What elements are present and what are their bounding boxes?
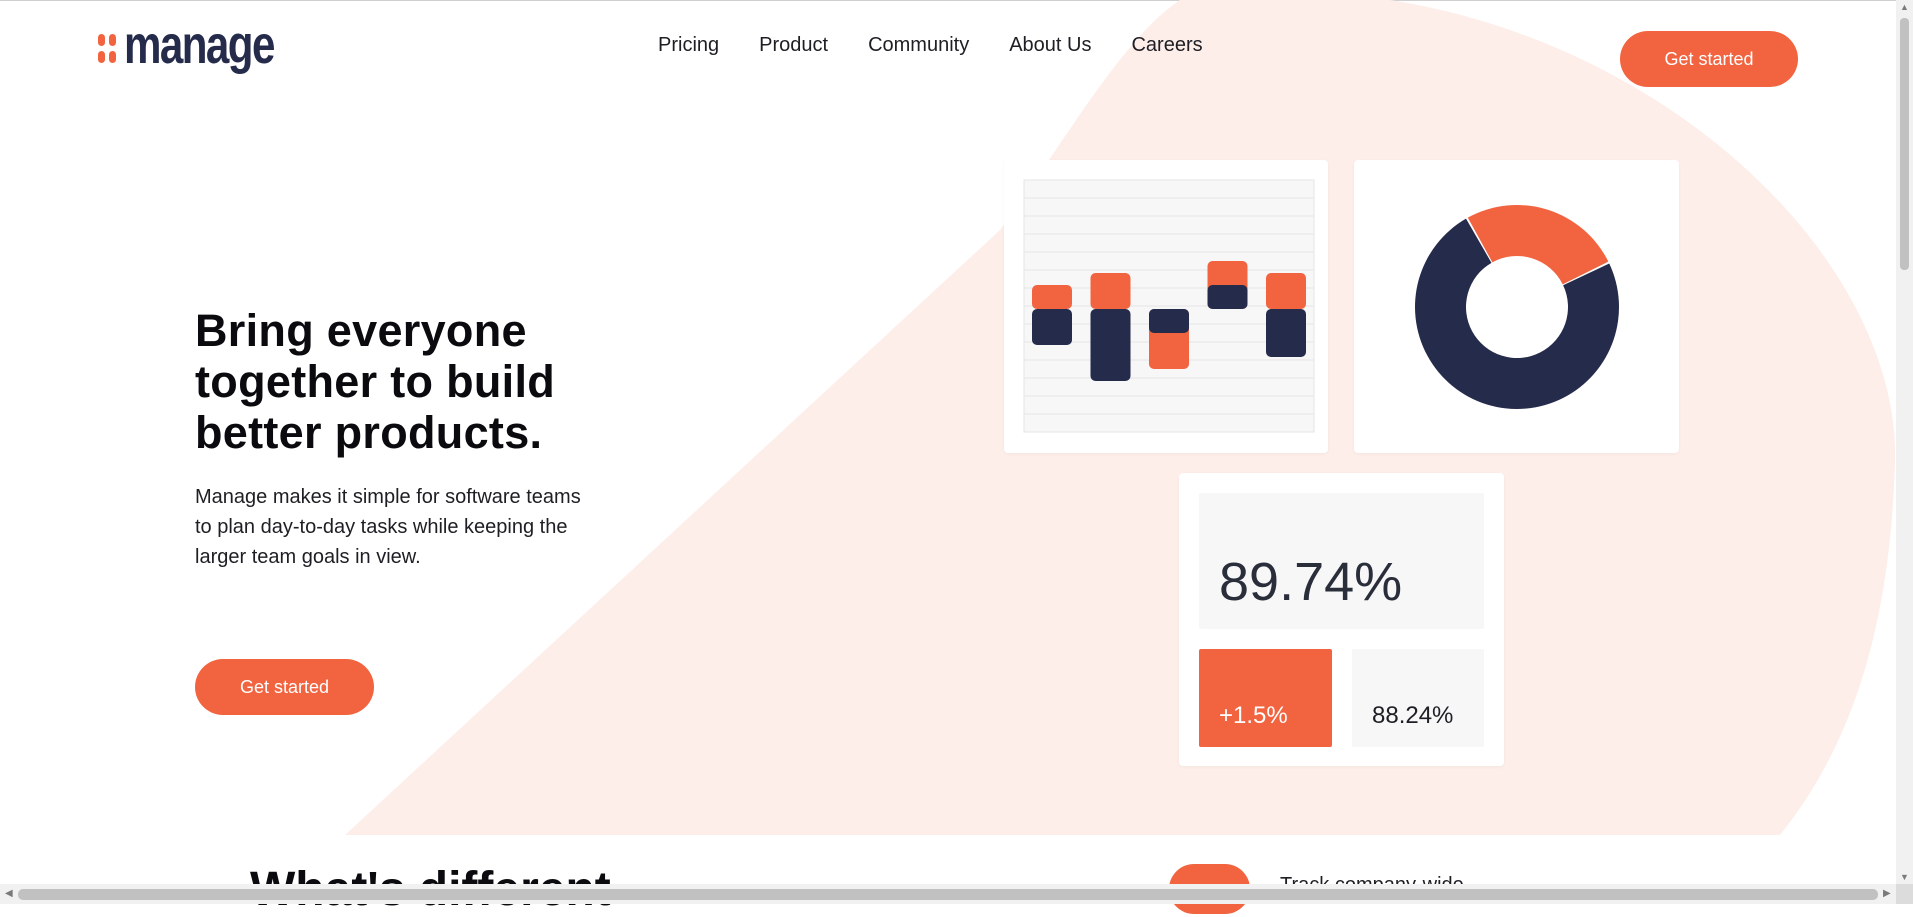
scroll-right-icon[interactable]: ▶ bbox=[1883, 888, 1891, 899]
horizontal-scroll-thumb[interactable] bbox=[18, 889, 1878, 900]
scrollbar-corner bbox=[1896, 884, 1913, 904]
hero-description: Manage makes it simple for software team… bbox=[195, 486, 581, 568]
main-stat-panel: 89.74% bbox=[1199, 493, 1484, 629]
logo[interactable]: manage bbox=[98, 18, 316, 72]
donut-chart bbox=[1415, 205, 1619, 409]
bar-chart-card bbox=[1004, 160, 1328, 453]
nav-about-us[interactable]: About Us bbox=[1009, 34, 1091, 57]
vertical-scroll-thumb[interactable] bbox=[1900, 18, 1909, 270]
hero-get-started-button[interactable]: Get started bbox=[195, 659, 374, 715]
scroll-down-icon[interactable]: ▼ bbox=[1900, 872, 1909, 882]
bar-2-series-2 bbox=[1090, 309, 1131, 381]
change-stat-value: +1.5% bbox=[1219, 702, 1288, 729]
secondary-stat-panel: 88.24% bbox=[1352, 649, 1484, 747]
hero-title: Bring everyone together to build better … bbox=[195, 305, 556, 458]
logo-dots-icon bbox=[98, 33, 116, 63]
bar-2-series-1 bbox=[1090, 273, 1131, 309]
change-stat-panel: +1.5% bbox=[1199, 649, 1332, 747]
nav-product[interactable]: Product bbox=[759, 34, 828, 57]
nav-pricing[interactable]: Pricing bbox=[658, 34, 719, 57]
donut-chart-card bbox=[1354, 160, 1679, 453]
scroll-left-icon[interactable]: ◀ bbox=[5, 888, 13, 899]
bar-4-series-2 bbox=[1207, 285, 1248, 309]
nav-careers[interactable]: Careers bbox=[1131, 34, 1202, 57]
bar-3-series-2 bbox=[1149, 309, 1189, 333]
bar-1-series-1 bbox=[1032, 285, 1072, 309]
nav-community[interactable]: Community bbox=[868, 34, 969, 57]
horizontal-scrollbar[interactable]: ◀ ▶ bbox=[0, 884, 1896, 904]
scroll-up-icon[interactable]: ▲ bbox=[1900, 2, 1909, 12]
stats-card: 89.74% +1.5% 88.24% bbox=[1179, 473, 1504, 766]
vertical-scrollbar[interactable]: ▲ ▼ bbox=[1896, 0, 1913, 884]
main-nav: Pricing Product Community About Us Caree… bbox=[658, 34, 1203, 57]
logo-text: manage bbox=[124, 15, 275, 75]
bar-chart bbox=[1023, 179, 1315, 433]
header-get-started-button[interactable]: Get started bbox=[1620, 31, 1798, 87]
donut-slice-1 bbox=[1467, 205, 1609, 285]
bar-1-series-2 bbox=[1032, 309, 1072, 345]
bar-5-series-2 bbox=[1266, 309, 1306, 357]
bar-5-series-1 bbox=[1266, 273, 1306, 309]
secondary-stat-value: 88.24% bbox=[1372, 702, 1454, 729]
main-stat-value: 89.74% bbox=[1219, 552, 1403, 612]
